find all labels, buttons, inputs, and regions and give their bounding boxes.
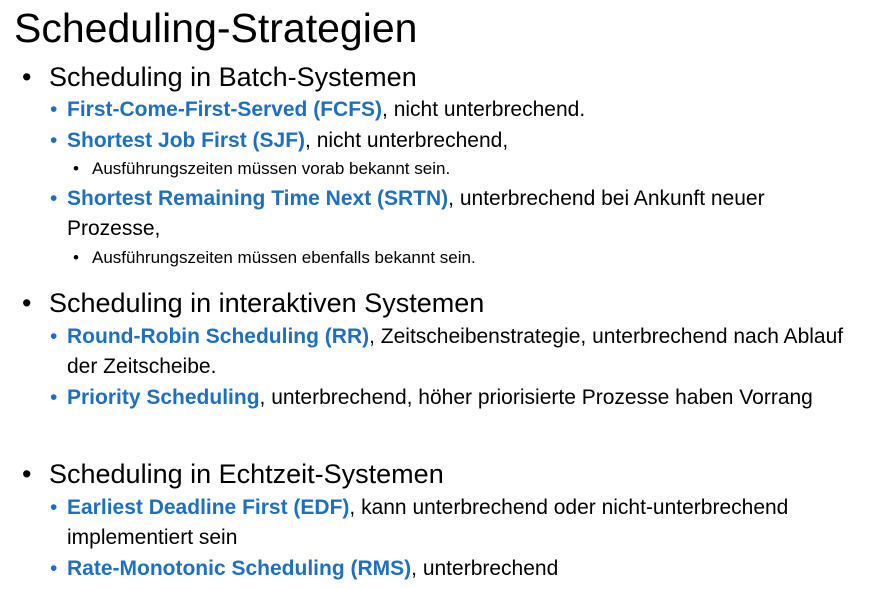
sub-item-label: Ausführungszeiten müssen vorab bekannt s…: [92, 159, 451, 178]
sub-item-srtn: • Ausführungszeiten müssen ebenfalls beka…: [73, 247, 476, 269]
section-heading-label: Scheduling in Echtzeit-Systemen: [49, 459, 444, 489]
list-item-rr: • Round-Robin Scheduling (RR), Zeitschei…: [50, 322, 850, 382]
list-item-edf: • Earliest Deadline First (EDF), kann un…: [50, 493, 850, 553]
bullet-icon: •: [50, 187, 58, 210]
section-heading-batch: • Scheduling in Batch-Systemen: [22, 62, 417, 92]
slide: Scheduling-Strategien • Scheduling in Bat…: [0, 0, 882, 589]
strategy-description: , nicht unterbrechend,: [305, 129, 509, 152]
strategy-description: , nicht unterbrechend.: [382, 98, 586, 121]
strategy-term: Rate-Monotonic Scheduling (RMS): [67, 557, 412, 580]
sub-item-label: Ausführungszeiten müssen ebenfalls bekan…: [92, 248, 476, 267]
bullet-icon: •: [73, 248, 79, 267]
section-heading-label: Scheduling in interaktiven Systemen: [49, 288, 485, 318]
section-heading-interactive: • Scheduling in interaktiven Systemen: [22, 288, 484, 318]
bullet-icon: •: [22, 62, 32, 92]
list-item-rms: • Rate-Monotonic Scheduling (RMS), unter…: [50, 554, 850, 584]
strategy-description: , unterbrechend: [411, 557, 559, 580]
strategy-term: Earliest Deadline First (EDF): [67, 496, 350, 519]
bullet-icon: •: [22, 459, 32, 489]
bullet-icon: •: [22, 288, 32, 318]
list-item-priority: • Priority Scheduling, unterbrechend, hö…: [50, 383, 850, 413]
strategy-description: , unterbrechend, höher priorisierte Proz…: [259, 386, 813, 409]
strategy-term: Priority Scheduling: [67, 386, 260, 409]
list-item-sjf: • Shortest Job First (SJF), nicht unterb…: [50, 126, 850, 156]
sub-item-sjf: • Ausführungszeiten müssen vorab bekannt …: [73, 158, 450, 180]
bullet-icon: •: [50, 557, 58, 580]
strategy-term: Round-Robin Scheduling (RR): [67, 325, 370, 348]
list-item-fcfs: • First-Come-First-Served (FCFS), nicht …: [50, 95, 850, 125]
bullet-icon: •: [50, 496, 58, 519]
list-item-srtn: • Shortest Remaining Time Next (SRTN), u…: [50, 184, 850, 244]
bullet-icon: •: [50, 129, 58, 152]
strategy-term: First-Come-First-Served (FCFS): [67, 98, 383, 121]
bullet-icon: •: [73, 159, 79, 178]
strategy-term: Shortest Remaining Time Next (SRTN): [67, 187, 449, 210]
bullet-icon: •: [50, 98, 58, 121]
slide-title: Scheduling-Strategien: [14, 5, 418, 51]
section-heading-realtime: • Scheduling in Echtzeit-Systemen: [22, 459, 444, 489]
bullet-icon: •: [50, 325, 58, 348]
section-heading-label: Scheduling in Batch-Systemen: [49, 62, 417, 92]
strategy-term: Shortest Job First (SJF): [67, 129, 306, 152]
bullet-icon: •: [50, 386, 58, 409]
